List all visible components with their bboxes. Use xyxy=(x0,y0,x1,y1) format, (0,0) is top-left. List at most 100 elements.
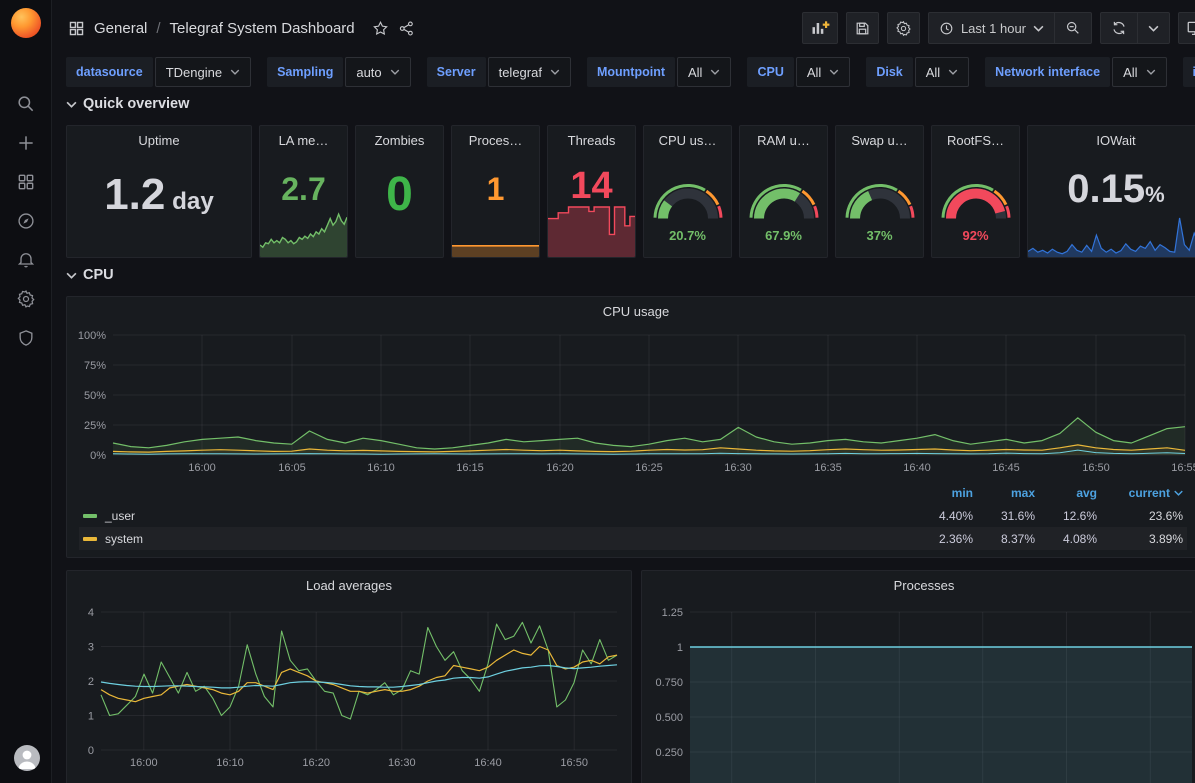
series-toggle[interactable]: _user xyxy=(83,509,911,523)
explore-compass-icon[interactable] xyxy=(16,211,36,231)
svg-text:16:45: 16:45 xyxy=(992,462,1020,474)
svg-text:16:20: 16:20 xyxy=(546,462,574,474)
panel-title[interactable]: IOWait xyxy=(1028,126,1195,148)
refresh-interval-dropdown[interactable] xyxy=(1137,13,1169,43)
variable-label[interactable]: irq xyxy=(1183,57,1195,87)
variable-irq: irq All xyxy=(1183,57,1195,87)
dashboard-grid-icon[interactable] xyxy=(68,20,85,37)
svg-text:16:00: 16:00 xyxy=(130,757,158,769)
svg-text:16:35: 16:35 xyxy=(814,462,842,474)
zoom-out-button[interactable] xyxy=(1054,13,1091,43)
panel-title[interactable]: CPU usage xyxy=(67,297,1195,319)
breadcrumb-title[interactable]: Telegraf System Dashboard xyxy=(170,20,355,37)
sort-chevron-icon xyxy=(1174,490,1183,496)
share-icon[interactable] xyxy=(398,20,415,37)
user-avatar[interactable] xyxy=(14,745,40,771)
sparkline xyxy=(1028,217,1195,257)
panel-title[interactable]: Proces… xyxy=(452,126,539,148)
series-toggle[interactable]: system xyxy=(83,532,911,546)
configuration-gear-icon[interactable] xyxy=(16,289,36,309)
series-swatch xyxy=(83,537,97,541)
tv-kiosk-button[interactable] xyxy=(1178,12,1195,44)
svg-text:100%: 100% xyxy=(78,330,106,342)
panel-title[interactable]: Zombies xyxy=(356,126,443,148)
chevron-down-icon xyxy=(66,272,77,279)
search-icon[interactable] xyxy=(16,94,36,114)
svg-text:16:10: 16:10 xyxy=(367,462,395,474)
breadcrumb-separator: / xyxy=(156,20,160,37)
panel-processes: Processes 0.2500.5000.75011.25 xyxy=(641,570,1195,783)
stat-value: 0.15% xyxy=(1028,169,1195,209)
grafana-logo-icon[interactable] xyxy=(11,8,41,38)
legend-col-current[interactable]: current xyxy=(1097,486,1183,500)
variable-mountpoint: Mountpoint All xyxy=(587,57,731,87)
legend-col-avg[interactable]: avg xyxy=(1035,486,1097,500)
variable-value-dropdown[interactable]: All xyxy=(915,57,969,87)
time-picker-group: Last 1 hour xyxy=(928,12,1092,44)
series-swatch xyxy=(83,514,97,518)
variable-value-dropdown[interactable]: telegraf xyxy=(488,57,571,87)
panel-title[interactable]: Load averages xyxy=(67,571,631,593)
save-dashboard-button[interactable] xyxy=(846,12,879,44)
variable-label[interactable]: CPU xyxy=(747,57,793,87)
variable-label[interactable]: Server xyxy=(427,57,486,87)
breadcrumb-folder[interactable]: General xyxy=(94,20,147,37)
add-panel-button[interactable] xyxy=(802,12,838,44)
gauge-value: 20.7% xyxy=(644,228,731,243)
variable-label[interactable]: Network interface xyxy=(985,57,1110,87)
variable-label[interactable]: Disk xyxy=(866,57,912,87)
variable-value-dropdown[interactable]: TDengine xyxy=(155,57,251,87)
svg-text:16:55: 16:55 xyxy=(1171,462,1195,474)
create-plus-icon[interactable] xyxy=(16,133,36,153)
server-admin-shield-icon[interactable] xyxy=(16,328,36,348)
svg-text:1: 1 xyxy=(88,711,94,723)
chevron-down-icon xyxy=(550,69,560,75)
chevron-down-icon xyxy=(948,69,958,75)
panel-title[interactable]: Uptime xyxy=(67,126,251,148)
gauge-value: 67.9% xyxy=(740,228,827,243)
panel-title[interactable]: CPU us… xyxy=(644,126,731,148)
variable-value-dropdown[interactable]: auto xyxy=(345,57,410,87)
section-quick-overview[interactable]: Quick overview xyxy=(66,96,189,112)
processes-chart[interactable]: 0.2500.5000.75011.25 xyxy=(646,593,1195,783)
svg-text:16:30: 16:30 xyxy=(724,462,752,474)
time-range-picker[interactable]: Last 1 hour xyxy=(929,13,1054,43)
variable-value-dropdown[interactable]: All xyxy=(677,57,731,87)
star-icon[interactable] xyxy=(372,20,389,37)
variable-label[interactable]: Sampling xyxy=(267,57,343,87)
svg-text:16:25: 16:25 xyxy=(635,462,663,474)
svg-text:0.250: 0.250 xyxy=(655,747,683,759)
panel-title[interactable]: LA me… xyxy=(260,126,347,148)
legend-row-system: system 2.36% 8.37% 4.08% 3.89% xyxy=(79,527,1187,550)
variable-value-dropdown[interactable]: All xyxy=(796,57,850,87)
grafana-dashboard: General / Telegraf System Dashboard xyxy=(0,0,1195,783)
dashboards-grid-icon[interactable] xyxy=(16,172,36,192)
panel-title[interactable]: Threads xyxy=(548,126,635,148)
load-averages-chart[interactable]: 16:0016:1016:2016:3016:4016:5001234 xyxy=(71,593,629,783)
panel-title[interactable]: RootFS… xyxy=(932,126,1019,148)
dashboard-settings-button[interactable] xyxy=(887,12,920,44)
variables-row: datasource TDengine Sampling auto Server… xyxy=(66,57,1195,87)
variable-label[interactable]: Mountpoint xyxy=(587,57,675,87)
series-toggle[interactable]: iowait xyxy=(83,555,911,559)
variable-cpu: CPU All xyxy=(747,57,850,87)
panel-cpu-usage: CPU usage 16:0016:0516:1016:1516:2016:25… xyxy=(66,296,1195,558)
alerting-bell-icon[interactable] xyxy=(16,250,36,270)
panel-title[interactable]: Swap u… xyxy=(836,126,923,148)
stat-panel-processes: Proces… 1 xyxy=(451,125,540,258)
svg-text:16:40: 16:40 xyxy=(903,462,931,474)
svg-text:0%: 0% xyxy=(90,450,106,462)
header-actions: Last 1 hour xyxy=(802,12,1195,44)
variable-value-dropdown[interactable]: All xyxy=(1112,57,1166,87)
breadcrumb: General / Telegraf System Dashboard xyxy=(68,20,415,37)
svg-text:1.25: 1.25 xyxy=(662,607,683,619)
variable-label[interactable]: datasource xyxy=(66,57,153,87)
cpu-usage-chart[interactable]: 16:0016:0516:1016:1516:2016:2516:3016:35… xyxy=(73,319,1195,479)
refresh-button[interactable] xyxy=(1101,13,1137,43)
legend-col-max[interactable]: max xyxy=(973,486,1035,500)
section-cpu[interactable]: CPU xyxy=(66,267,114,283)
panel-title[interactable]: RAM u… xyxy=(740,126,827,148)
panel-title[interactable]: Processes xyxy=(642,571,1195,593)
legend-col-min[interactable]: min xyxy=(911,486,973,500)
panel-load-averages: Load averages 16:0016:1016:2016:3016:401… xyxy=(66,570,632,783)
